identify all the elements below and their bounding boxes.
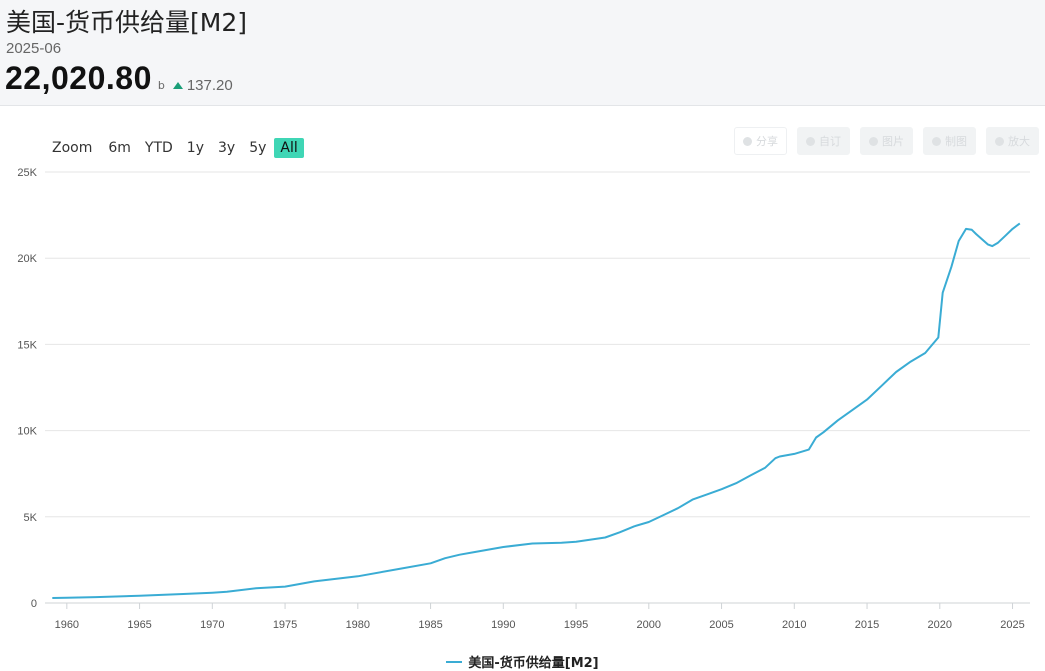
share-button[interactable]: 分享 <box>734 127 787 155</box>
subscribe-button[interactable]: 自订 <box>797 127 850 155</box>
x-tick-label: 1980 <box>346 619 370 631</box>
latest-value-row: 22,020.80 b 137.20 <box>5 60 233 97</box>
x-tick-label: 1975 <box>273 619 297 631</box>
image-label: 图片 <box>882 135 904 148</box>
latest-value: 22,020.80 <box>5 60 152 96</box>
draw-button[interactable]: 制图 <box>923 127 976 155</box>
x-tick-label: 2005 <box>709 619 733 631</box>
x-tick-label: 2020 <box>928 619 952 631</box>
legend-label: 美国-货币供给量[M2] <box>468 656 599 671</box>
change-value: 137.20 <box>186 77 233 94</box>
x-tick-label: 1965 <box>127 619 151 631</box>
zoom-button-3y[interactable]: 3y <box>212 138 241 158</box>
toolbar: 分享 自订 图片 制图 放大 <box>734 127 1039 155</box>
x-tick-label: 2025 <box>1000 619 1024 631</box>
change-indicator: 137.20 <box>172 77 233 94</box>
x-tick-label: 1995 <box>564 619 588 631</box>
x-tick-label: 1970 <box>200 619 224 631</box>
expand-icon <box>995 136 1004 146</box>
y-tick-label: 10K <box>17 426 37 438</box>
zoom-label: Zoom <box>52 140 93 156</box>
subscribe-label: 自订 <box>819 135 841 148</box>
up-arrow-icon <box>172 82 183 89</box>
zoom-button-1y[interactable]: 1y <box>181 138 210 158</box>
page-title: 美国-货币供给量[M2] <box>6 8 248 37</box>
legend-swatch <box>446 660 463 663</box>
pencil-icon <box>932 136 941 146</box>
x-tick-label: 1985 <box>418 619 442 631</box>
share-label: 分享 <box>756 135 778 148</box>
y-tick-label: 25K <box>17 167 37 179</box>
line-chart: 0 5K 10K 15K 20K 25K 1960 1965 1970 1975 1980 1985 1… <box>17 167 1030 631</box>
y-tick-label: 0 <box>31 598 37 610</box>
x-tick-label: 2010 <box>782 619 806 631</box>
enlarge-label: 放大 <box>1008 135 1030 148</box>
y-tick-label: 15K <box>17 339 37 351</box>
series-line <box>52 222 1021 599</box>
image-button[interactable]: 图片 <box>860 127 913 155</box>
y-tick-label: 5K <box>24 512 38 524</box>
legend[interactable]: 美国-货币供给量[M2] <box>0 652 1045 671</box>
y-tick-label: 20K <box>17 253 37 265</box>
zoom-bar: Zoom 6m YTD 1y 3y 5y All <box>52 138 306 158</box>
enlarge-button[interactable]: 放大 <box>986 127 1039 155</box>
download-icon <box>869 136 878 146</box>
zoom-button-5y[interactable]: 5y <box>243 138 272 158</box>
x-tick-label: 2015 <box>855 619 879 631</box>
latest-date: 2025-06 <box>6 40 62 57</box>
share-icon <box>743 136 752 146</box>
zoom-button-all[interactable]: All <box>274 138 304 158</box>
zoom-button-6m[interactable]: 6m <box>102 138 137 158</box>
x-tick-label: 2000 <box>637 619 661 631</box>
x-tick-label: 1960 <box>55 619 79 631</box>
header: 美国-货币供给量[M2] 2025-06 22,020.80 b 137.20 <box>0 0 1045 106</box>
draw-label: 制图 <box>945 135 967 148</box>
zoom-button-ytd[interactable]: YTD <box>139 138 179 158</box>
value-unit: b <box>157 79 165 92</box>
x-tick-label: 1990 <box>491 619 515 631</box>
gear-icon <box>806 136 815 146</box>
